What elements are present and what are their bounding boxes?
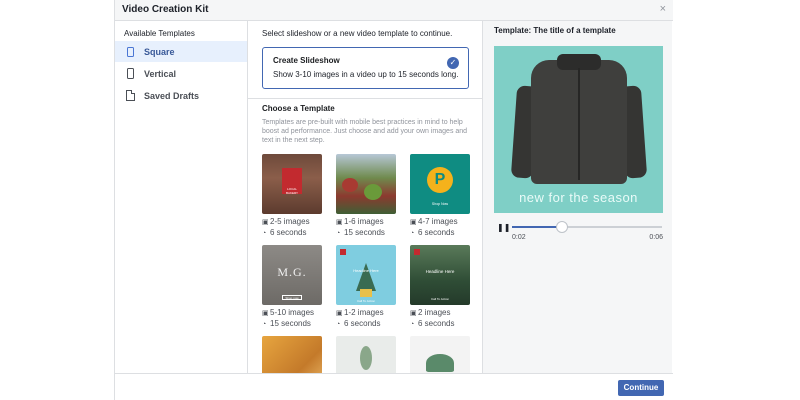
divider <box>248 98 482 99</box>
template-thumbnail-bakery[interactable]: LOCAL BAKERY <box>262 154 322 214</box>
template-sidebar: Available Templates Square Vertical Save… <box>115 21 248 373</box>
thumbnail-title: M.G. <box>277 265 307 279</box>
progress-handle[interactable] <box>555 221 568 233</box>
intro-text: Select slideshow or a new video template… <box>262 29 453 38</box>
template-card[interactable]: P Shop Now ▣4-7 images ◔ 6 seconds <box>410 154 472 239</box>
template-thumbnail-plant[interactable] <box>336 336 396 373</box>
preview-video[interactable]: new for the season <box>494 46 663 213</box>
thumbnail-cta: Call To Action <box>430 297 450 301</box>
close-icon[interactable]: × <box>660 3 666 15</box>
template-duration: ◔ 15 seconds <box>336 228 385 237</box>
clock-icon: ◔ <box>336 321 341 328</box>
template-duration: ◔ 6 seconds <box>410 319 455 328</box>
image-icon: ▣ <box>262 310 269 317</box>
image-icon: ▣ <box>262 219 269 226</box>
template-images-count: ▣4-7 images <box>410 217 458 226</box>
clock-icon: ◔ <box>336 230 341 237</box>
template-card[interactable]: M.G. Shop now ▣5-10 images ◔ 15 seconds <box>262 245 324 330</box>
pause-icon[interactable]: ❚❚ <box>497 223 510 232</box>
choose-template-description: Templates are pre-built with mobile best… <box>262 119 468 144</box>
template-images-count: ▣2 images <box>410 308 451 317</box>
template-thumbnail-succulent[interactable] <box>410 336 470 373</box>
image-icon: ▣ <box>410 219 417 226</box>
sidebar-item-label: Saved Drafts <box>144 90 200 101</box>
template-preview-panel: Template: The title of a template new fo… <box>482 21 672 373</box>
image-icon: ▣ <box>336 219 343 226</box>
template-thumbnail-tree[interactable]: Headline Here Call To Action <box>336 245 396 305</box>
sidebar-item-saved-drafts[interactable]: Saved Drafts <box>115 85 247 106</box>
template-images-count: ▣5-10 images <box>262 308 315 317</box>
clock-icon: ◔ <box>262 230 267 237</box>
template-duration: ◔ 15 seconds <box>262 319 311 328</box>
checkmark-icon: ✓ <box>447 57 459 69</box>
dialog-header: Video Creation Kit × <box>115 0 673 21</box>
template-duration: ◔ 6 seconds <box>410 228 455 237</box>
sidebar-item-square[interactable]: Square <box>115 41 247 62</box>
thumbnail-headline: Headline Here <box>425 269 455 274</box>
slideshow-title: Create Slideshow <box>273 56 340 65</box>
clock-icon: ◔ <box>262 321 267 328</box>
dialog-title: Video Creation Kit <box>122 4 209 15</box>
template-thumbnail-logo[interactable]: P Shop Now <box>410 154 470 214</box>
document-icon <box>124 89 136 103</box>
thumbnail-text: LOCAL BAKERY <box>285 187 299 195</box>
template-card[interactable]: Headline Here Call To Action ▣2 images ◔… <box>410 245 472 330</box>
choose-template-heading: Choose a Template <box>262 104 335 113</box>
template-thumbnail-produce[interactable] <box>336 154 396 214</box>
clock-icon: ◔ <box>410 230 415 237</box>
progress-fill <box>512 226 562 228</box>
template-images-count: ▣1-6 images <box>336 217 384 226</box>
slideshow-description: Show 3-10 images in a video up to 15 sec… <box>273 70 459 79</box>
template-card[interactable] <box>262 336 324 373</box>
sidebar-item-label: Square <box>144 46 175 57</box>
template-card[interactable] <box>336 336 398 373</box>
thumbnail-cta: Shop Now <box>431 202 449 206</box>
template-card[interactable]: LOCAL BAKERY ▣2-5 images ◔ 6 seconds <box>262 154 324 239</box>
current-time: 0:02 <box>512 234 526 241</box>
thumbnail-logo-letter: P <box>434 171 446 188</box>
template-card[interactable]: Headline Here Call To Action ▣1-2 images… <box>336 245 398 330</box>
thumbnail-cta: Shop now <box>282 295 302 300</box>
template-images-count: ▣2-5 images <box>262 217 310 226</box>
template-duration: ◔ 6 seconds <box>336 319 381 328</box>
template-thumbnail-portrait[interactable] <box>262 336 322 373</box>
template-thumbnail-mg[interactable]: M.G. Shop now <box>262 245 322 305</box>
template-thumbnail-greenhouse[interactable]: Headline Here Call To Action <box>410 245 470 305</box>
square-format-icon <box>124 45 136 59</box>
clock-icon: ◔ <box>410 321 415 328</box>
image-icon: ▣ <box>336 310 343 317</box>
image-icon: ▣ <box>410 310 417 317</box>
template-images-count: ▣1-2 images <box>336 308 384 317</box>
video-controls: ❚❚ 0:02 0:06 <box>494 219 663 245</box>
duration-time: 0:06 <box>649 234 663 241</box>
template-duration: ◔ 6 seconds <box>262 228 307 237</box>
thumbnail-cta: Call To Action <box>356 299 376 303</box>
dialog-footer: Continue <box>115 373 673 400</box>
sidebar-heading: Available Templates <box>124 29 195 38</box>
template-chooser: Select slideshow or a new video template… <box>248 21 482 373</box>
template-card[interactable] <box>410 336 472 373</box>
sidebar-item-vertical[interactable]: Vertical <box>115 63 247 84</box>
thumbnail-headline: Headline Here <box>353 268 379 273</box>
create-slideshow-option[interactable]: Create Slideshow Show 3-10 images in a v… <box>262 47 469 89</box>
progress-track[interactable] <box>512 221 662 233</box>
template-card[interactable]: ▣1-6 images ◔ 15 seconds <box>336 154 398 239</box>
video-creation-dialog: Video Creation Kit × Available Templates… <box>114 0 673 400</box>
preview-caption: new for the season <box>519 190 638 205</box>
vertical-format-icon <box>124 67 136 81</box>
sidebar-item-label: Vertical <box>144 68 177 79</box>
continue-button[interactable]: Continue <box>618 380 664 396</box>
preview-title: Template: The title of a template <box>494 26 616 35</box>
